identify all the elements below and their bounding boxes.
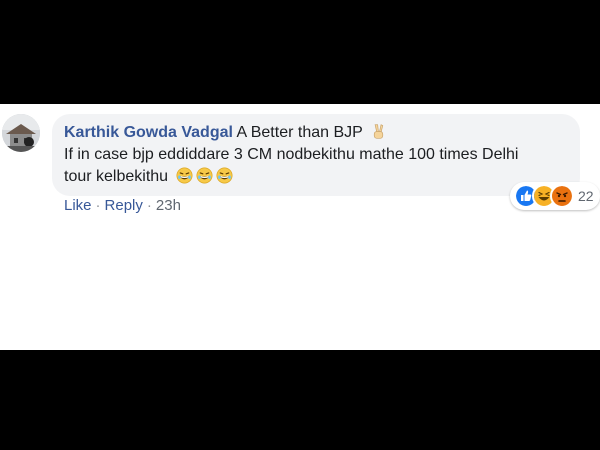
reply-link[interactable]: Reply	[105, 197, 143, 214]
comment-bubble: Karthik Gowda Vadgal A Better than BJP I…	[52, 114, 580, 196]
laughing-emoji	[196, 167, 213, 184]
victory-hand-icon	[370, 123, 387, 140]
laughing-emoji	[216, 167, 233, 184]
separator-dot: ·	[146, 197, 152, 214]
user-avatar[interactable]	[2, 114, 40, 152]
comment-line-1: Karthik Gowda Vadgal A Better than BJP	[64, 122, 568, 144]
comment-line-2: If in case bjp eddiddare 3 CM nodbekithu…	[64, 146, 519, 163]
laughing-emoji	[176, 167, 193, 184]
reactions-summary[interactable]: 22	[510, 182, 600, 210]
like-link[interactable]: Like	[64, 197, 92, 214]
separator-dot: ·	[95, 197, 101, 214]
comment-line-3: tour kelbekithu	[64, 166, 568, 188]
comment-text-1: A Better than BJP	[236, 124, 363, 141]
comment-panel: Karthik Gowda Vadgal A Better than BJP I…	[0, 104, 600, 350]
comment-author[interactable]: Karthik Gowda Vadgal	[64, 124, 233, 141]
comment-timestamp[interactable]: 23h	[156, 197, 181, 214]
reaction-count: 22	[578, 188, 594, 204]
angry-icon	[550, 184, 574, 208]
comment-actions: Like · Reply · 23h	[64, 196, 181, 216]
avatar-image	[2, 114, 40, 152]
comment-text-3: tour kelbekithu	[64, 168, 169, 185]
